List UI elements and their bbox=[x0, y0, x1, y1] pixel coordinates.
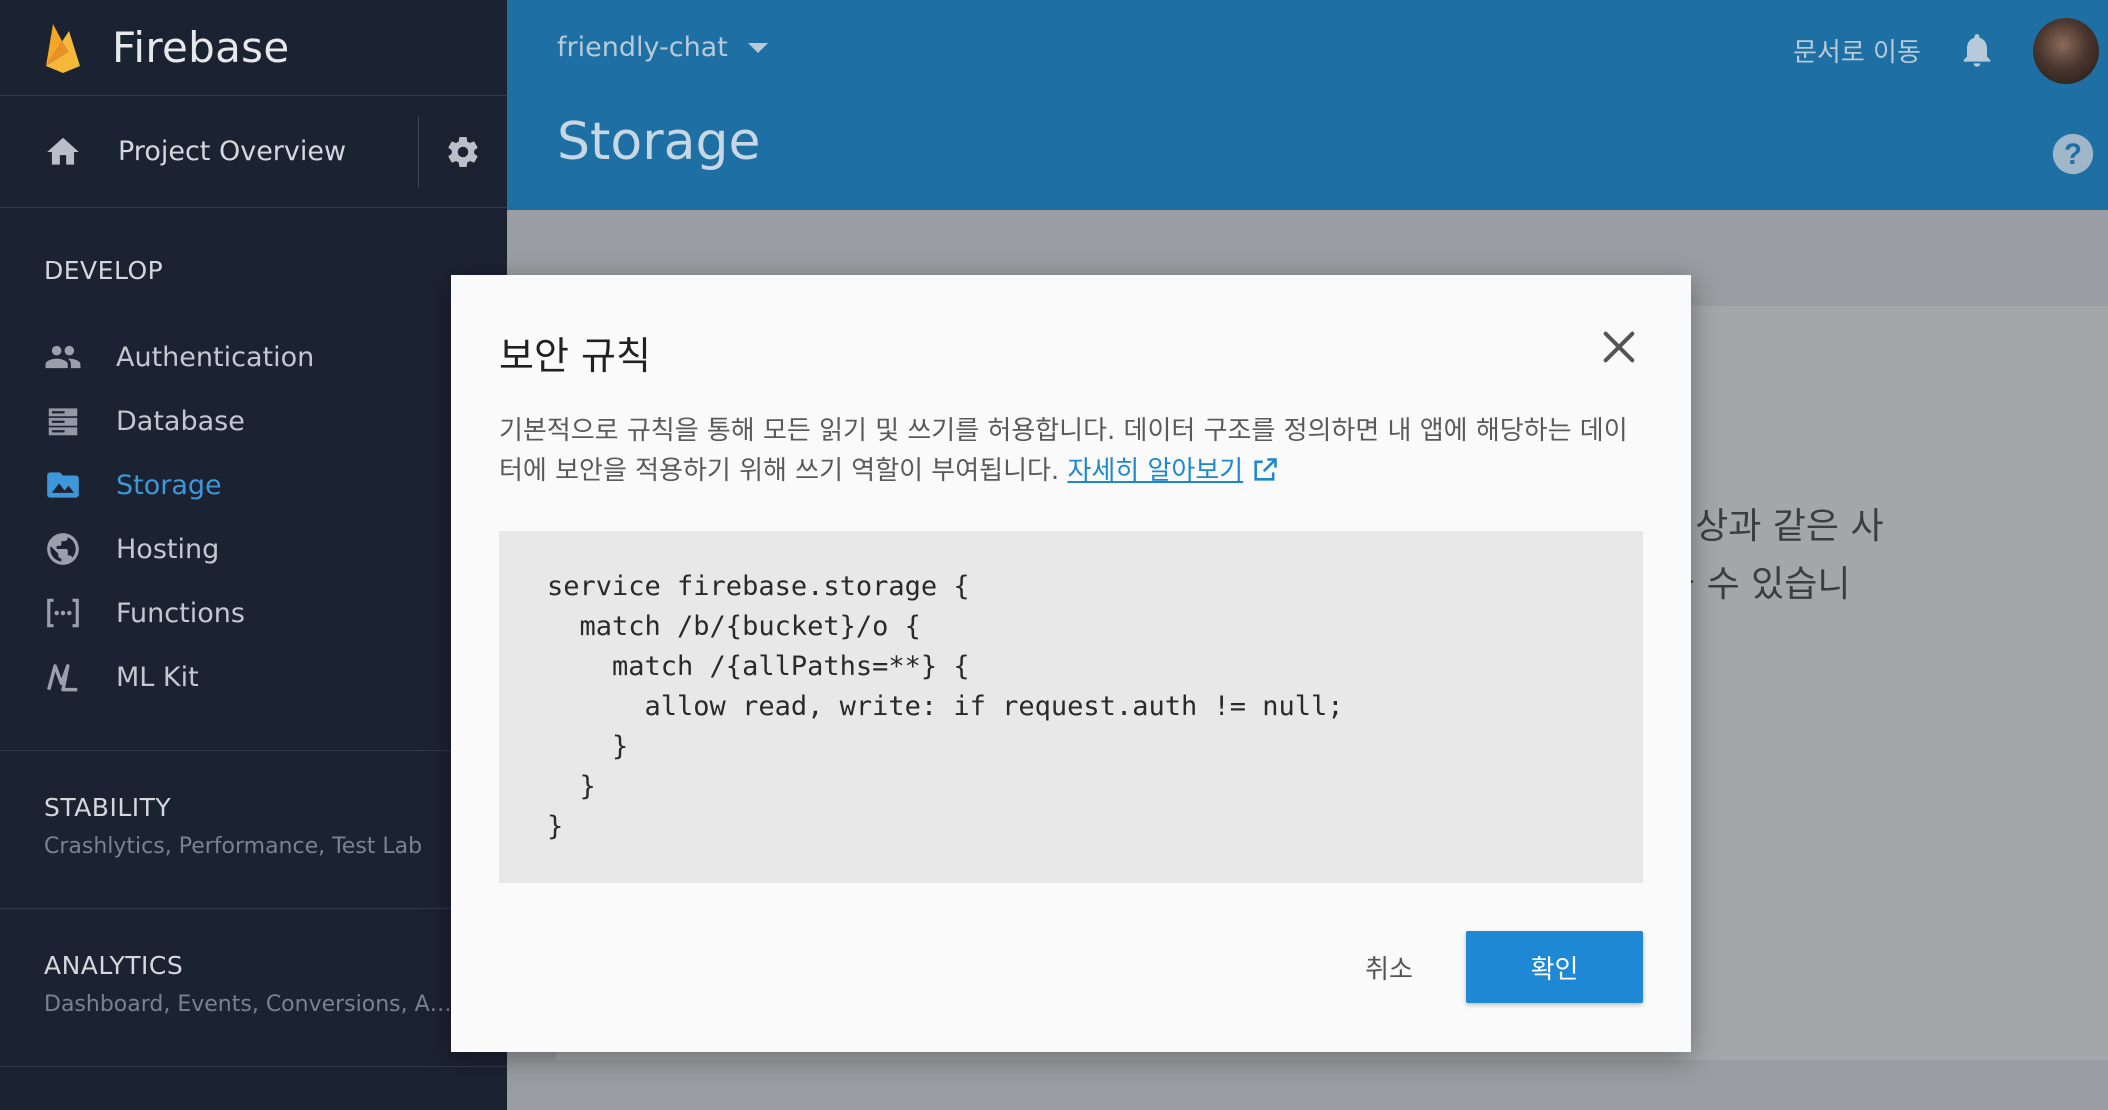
sidebar-item-label: Authentication bbox=[116, 341, 315, 373]
sidebar-item-authentication[interactable]: Authentication bbox=[44, 325, 507, 389]
sidebar-item-label: Functions bbox=[116, 597, 245, 629]
security-rules-dialog: 보안 규칙 기본적으로 규칙을 통해 모든 읽기 및 쓰기를 허용합니다. 데이… bbox=[451, 275, 1691, 1052]
sidebar-item-functions[interactable]: Functions bbox=[44, 581, 507, 645]
description-text: 터에 보안을 적용하기 위해 쓰기 역할이 부여됩니다. bbox=[499, 456, 1060, 486]
stability-title: STABILITY bbox=[44, 793, 172, 822]
sidebar-item-hosting[interactable]: Hosting bbox=[44, 517, 507, 581]
help-icon[interactable]: ? bbox=[2051, 132, 2095, 176]
background-text-line: 을 수 있습니 bbox=[1662, 564, 1851, 605]
functions-icon bbox=[47, 598, 79, 628]
project-overview-row: Project Overview bbox=[0, 96, 507, 208]
develop-section: DEVELOP Authentication Database Storage … bbox=[0, 208, 507, 709]
background-text-line: 영상과 같은 사 bbox=[1662, 506, 1884, 547]
confirm-button[interactable]: 확인 bbox=[1466, 931, 1643, 1003]
dialog-description: 기본적으로 규칙을 통해 모든 읽기 및 쓰기를 허용합니다. 데이터 구조를 … bbox=[499, 411, 1649, 491]
image-icon bbox=[47, 472, 79, 498]
stability-subtitle: Crashlytics, Performance, Test Lab bbox=[44, 834, 423, 859]
svg-text:?: ? bbox=[2064, 138, 2082, 171]
dialog-title: 보안 규칙 bbox=[499, 334, 651, 378]
sidebar-group-stability[interactable]: STABILITY Crashlytics, Performance, Test… bbox=[0, 750, 507, 859]
firebase-logo-icon bbox=[46, 23, 80, 73]
project-name: friendly-chat bbox=[557, 32, 728, 63]
settings-button[interactable] bbox=[419, 96, 507, 207]
rules-code-block: service firebase.storage { match /b/{buc… bbox=[499, 531, 1643, 883]
learn-more-link[interactable]: 자세히 알아보기 bbox=[1067, 456, 1243, 486]
header: friendly-chat 문서로 이동 Storage ? bbox=[507, 0, 2108, 210]
sidebar-item-ml-kit[interactable]: ML Kit bbox=[44, 645, 507, 709]
code-line: allow read, write: if request.auth != nu… bbox=[547, 691, 1344, 722]
close-icon[interactable] bbox=[1599, 327, 1639, 367]
sidebar-item-database[interactable]: Database bbox=[44, 389, 507, 453]
develop-title: DEVELOP bbox=[44, 256, 164, 285]
sidebar: Firebase Project Overview DEVELOP Authen… bbox=[0, 0, 507, 1110]
avatar[interactable] bbox=[2033, 18, 2099, 84]
description-line-2: 터에 보안을 적용하기 위해 쓰기 역할이 부여됩니다. 자세히 알아보기 bbox=[499, 451, 1649, 491]
code-line: match /b/{bucket}/o { bbox=[547, 611, 921, 642]
sidebar-item-label: Database bbox=[116, 405, 245, 437]
chevron-down-icon bbox=[747, 42, 768, 53]
project-overview-link[interactable]: Project Overview bbox=[0, 96, 418, 207]
home-icon bbox=[47, 137, 79, 165]
code-line: } bbox=[547, 811, 564, 842]
sidebar-item-label: ML Kit bbox=[116, 661, 199, 693]
brand[interactable]: Firebase bbox=[0, 0, 507, 96]
analytics-title: ANALYTICS bbox=[44, 951, 184, 980]
description-line: 기본적으로 규칙을 통해 모든 읽기 및 쓰기를 허용합니다. 데이터 구조를 … bbox=[499, 416, 1628, 446]
sidebar-item-storage[interactable]: Storage bbox=[44, 453, 507, 517]
people-icon bbox=[45, 345, 81, 369]
database-icon bbox=[48, 408, 78, 436]
code-line: } bbox=[547, 731, 629, 762]
external-link-icon[interactable] bbox=[1251, 456, 1279, 484]
cancel-button[interactable]: 취소 bbox=[1319, 931, 1459, 1003]
sidebar-divider bbox=[0, 1066, 507, 1110]
sidebar-item-label: Storage bbox=[116, 469, 222, 501]
brand-name: Firebase bbox=[112, 23, 290, 72]
project-selector[interactable]: friendly-chat bbox=[557, 32, 768, 63]
code-line: match /{allPaths=**} { bbox=[547, 651, 970, 682]
sidebar-group-analytics[interactable]: ANALYTICS Dashboard, Events, Conversions… bbox=[0, 908, 507, 1017]
code-line: service firebase.storage { bbox=[547, 571, 970, 602]
analytics-subtitle: Dashboard, Events, Conversions, Au... bbox=[44, 992, 454, 1017]
code-line: } bbox=[547, 771, 596, 802]
background-text: 영상과 같은 사 을 수 있습니 bbox=[1662, 498, 1884, 614]
bell-icon[interactable] bbox=[1957, 30, 1997, 70]
page-title: Storage bbox=[557, 112, 761, 172]
globe-icon bbox=[47, 533, 79, 565]
gear-icon bbox=[448, 136, 478, 167]
sidebar-item-label: Hosting bbox=[116, 533, 220, 565]
project-overview-label: Project Overview bbox=[118, 136, 347, 167]
mlkit-icon bbox=[47, 664, 78, 692]
go-to-docs-link[interactable]: 문서로 이동 bbox=[1793, 32, 1921, 69]
